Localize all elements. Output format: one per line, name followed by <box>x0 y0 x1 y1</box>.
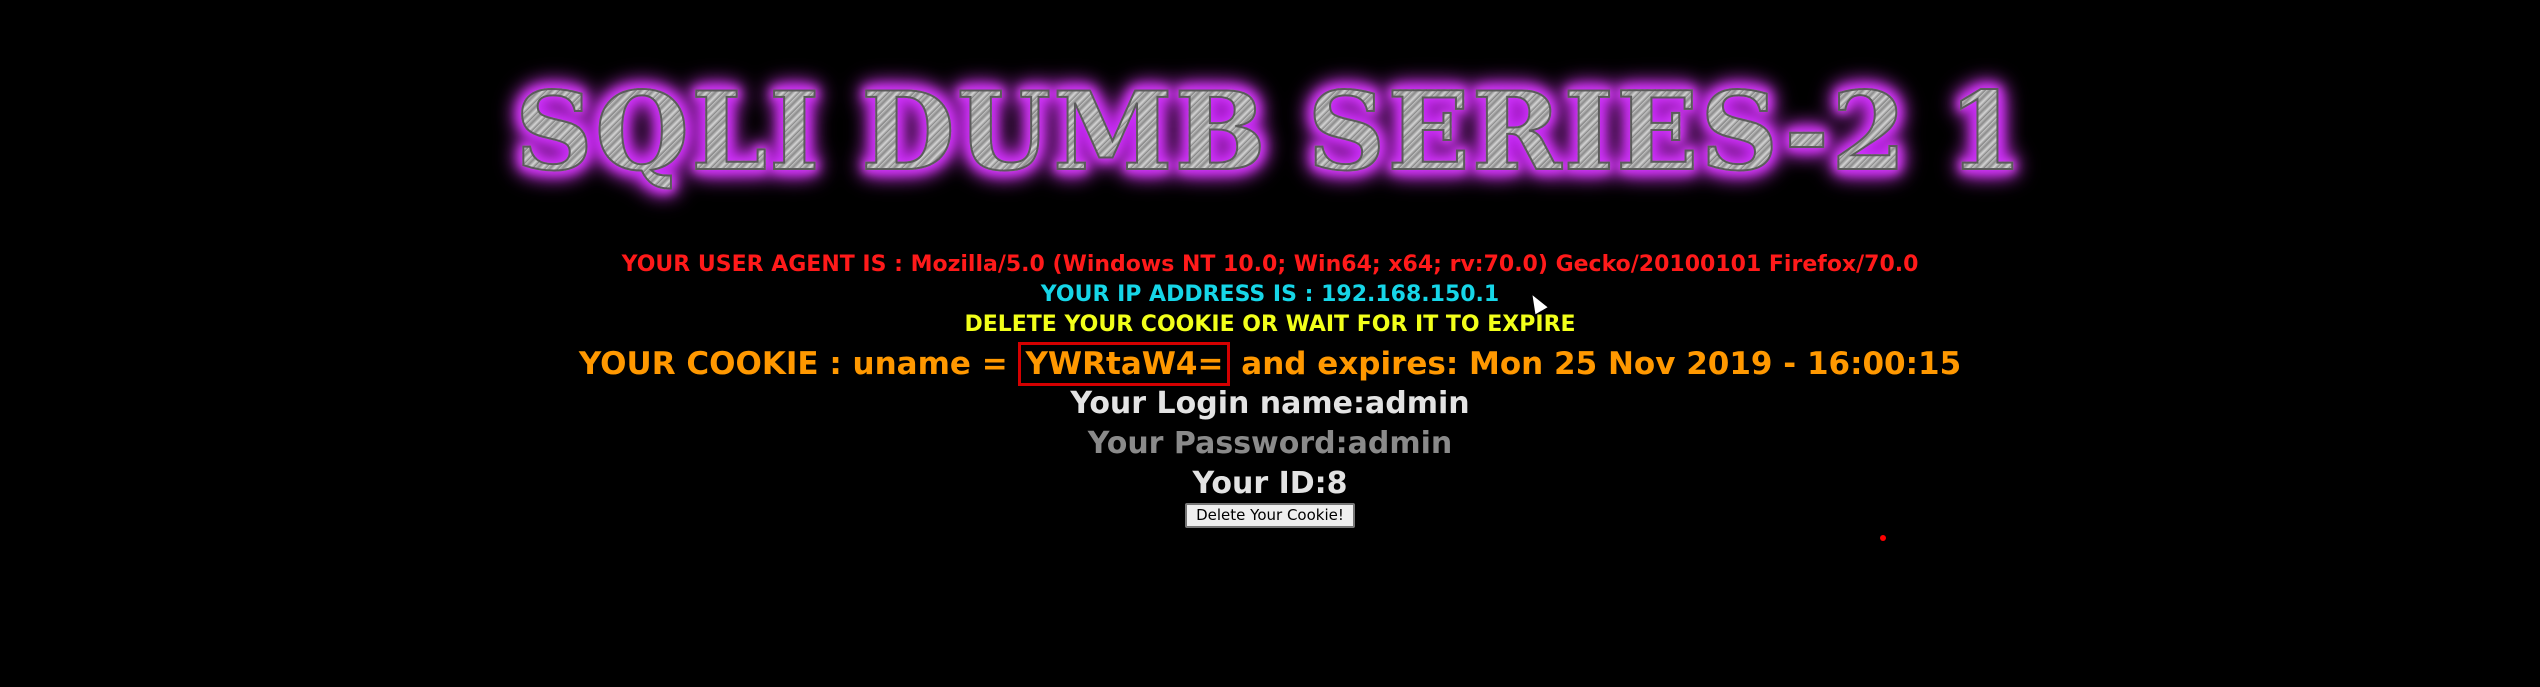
login-name: Your Login name:admin <box>1070 386 1470 421</box>
page: SQLI DUMB SERIES-2 1 YOUR USER AGENT IS … <box>0 0 2540 687</box>
delete-cookie-button[interactable]: Delete Your Cookie! <box>1185 503 1355 528</box>
red-dot-marker <box>1880 535 1886 541</box>
user-id: Your ID:8 <box>1192 466 1348 501</box>
user-agent-value: Mozilla/5.0 (Windows NT 10.0; Win64; x64… <box>910 252 1919 277</box>
cookie-line: YOUR COOKIE : uname = YWRtaW4= and expir… <box>0 342 2540 386</box>
cookie-expiry: and expires: Mon 25 Nov 2019 - 16:00:15 <box>1230 346 1962 382</box>
cookie-prefix: YOUR COOKIE : uname = <box>578 346 1019 382</box>
cookie-value-highlight: YWRtaW4= <box>1018 342 1231 386</box>
user-agent-line: YOUR USER AGENT IS : Mozilla/5.0 (Window… <box>0 252 2540 277</box>
ip-address-line: YOUR IP ADDRESS IS : 192.168.150.1 <box>0 282 2540 307</box>
ip-value: 192.168.150.1 <box>1321 282 1500 307</box>
user-agent-label: YOUR USER AGENT IS : <box>621 252 911 277</box>
password-text: Your Password:admin <box>1087 426 1453 461</box>
button-row: Delete Your Cookie! <box>0 503 2540 528</box>
delete-cookie-notice: DELETE YOUR COOKIE OR WAIT FOR IT TO EXP… <box>964 312 1576 337</box>
page-title: SQLI DUMB SERIES-2 1 <box>514 69 2025 195</box>
ip-label: YOUR IP ADDRESS IS : <box>1040 282 1322 307</box>
title-banner: SQLI DUMB SERIES-2 1 <box>0 69 2540 195</box>
